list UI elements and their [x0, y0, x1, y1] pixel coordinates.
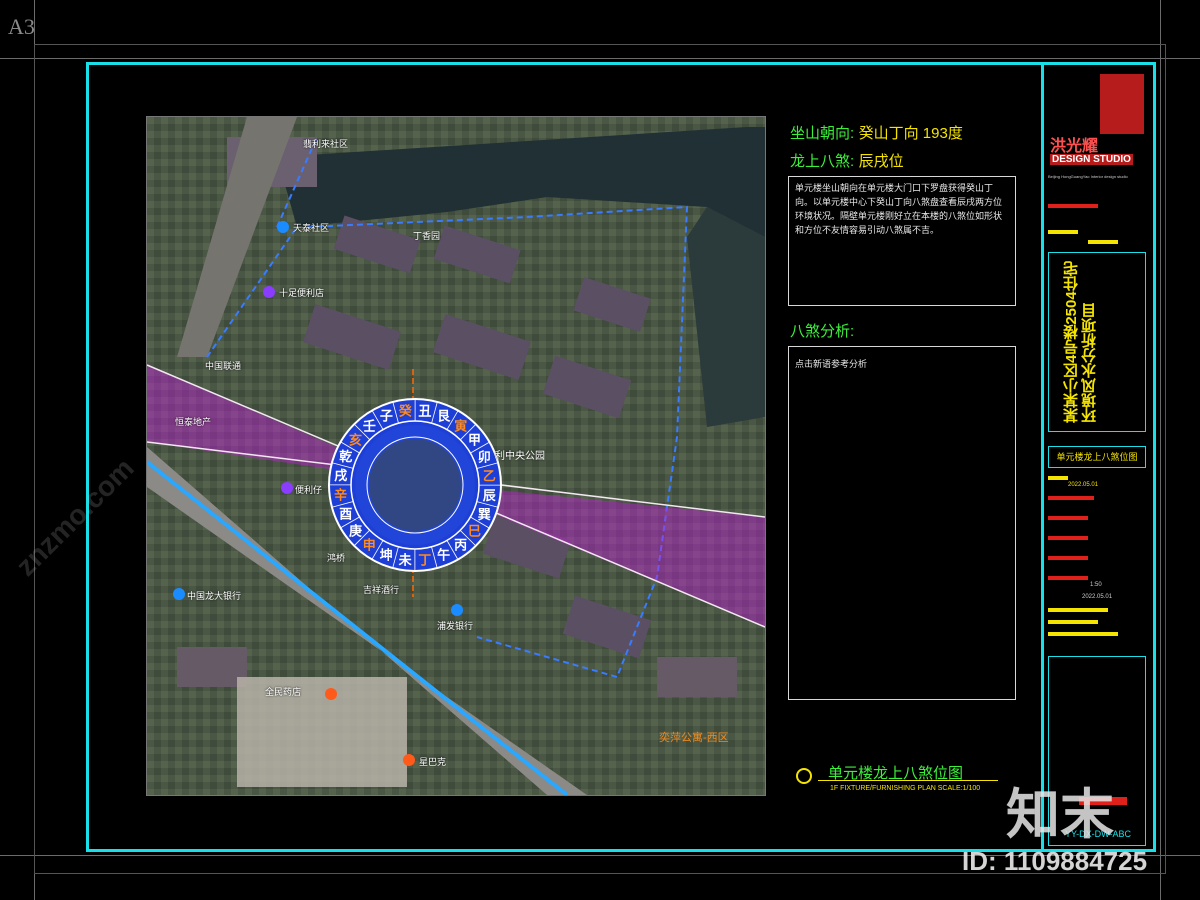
plan-subtitle: 1F FIXTURE/FURNISHING PLAN SCALE:1/100: [830, 785, 981, 792]
shop-icon: [263, 285, 275, 303]
date-2: 2022.05.01: [1082, 594, 1113, 600]
drawing-name-box: 单元楼龙上八煞位图: [1048, 446, 1146, 468]
project-title: 某某小区4号楼2504住宅环境风水分析项目: [1063, 261, 1098, 423]
analysis-panel[interactable]: 点击新语参考分析: [788, 346, 1016, 700]
compass-glyph: 申: [363, 538, 376, 554]
id-watermark: ID: 1109884725: [962, 846, 1148, 876]
satellite-map[interactable]: 癸丑艮寅甲卯乙辰巽巳丙午丁未坤申庚酉辛戌乾亥壬子 翡利来社区 天泰社区 丁香园 …: [146, 116, 766, 796]
brand-watermark: 知末: [1006, 785, 1114, 845]
compass-glyph: 酉: [339, 508, 352, 523]
orientation-label: 坐山朝向:: [790, 125, 855, 142]
compass-glyph: 巽: [478, 508, 491, 523]
map-label-1: 天泰社区: [293, 223, 330, 233]
plan-title-marker-icon: [796, 768, 812, 784]
orientation-row: 坐山朝向: 癸山丁向 193度: [790, 122, 963, 143]
sheet-size-label: A3: [8, 14, 35, 39]
compass-glyph: 丑: [418, 405, 431, 420]
drawing-name: 单元楼龙上八煞位图: [1056, 452, 1138, 462]
titleblock-red-bar: [1048, 576, 1088, 580]
bank-icon: [173, 587, 185, 605]
compass-glyph: 寅: [454, 419, 467, 435]
titleblock-yellow-bar: [1048, 230, 1078, 234]
compass-glyph: 乾: [339, 449, 352, 465]
compass-glyph: 巳: [468, 525, 481, 540]
titleblock-red-bar: [1048, 516, 1088, 520]
cafe-icon: [403, 753, 415, 771]
plaza: [237, 677, 407, 787]
compass-glyph: 乙: [483, 469, 496, 484]
compass-glyph: 丙: [454, 539, 467, 554]
shop-icon: [281, 481, 293, 499]
titleblock-red-bar: [1048, 496, 1094, 500]
map-label-13: 星巴克: [419, 757, 447, 767]
map-label-5: 恒泰地产: [175, 417, 212, 427]
compass-glyph: 甲: [468, 433, 481, 448]
compass-glyph: 卯: [478, 449, 491, 465]
titleblock-yellow-bar: [1048, 632, 1118, 636]
map-label-9: 中国龙大银行: [187, 591, 242, 601]
compass-glyph: 辛: [334, 488, 347, 504]
map-label-10: 吉祥酒行: [363, 585, 400, 595]
date-1: 2022.05.01: [1068, 482, 1099, 488]
studio-logo: 洪光耀 DESIGN STUDIO: [1048, 70, 1148, 170]
compass-glyph: 艮: [437, 410, 451, 425]
basha-row: 龙上八煞: 辰戌位: [790, 150, 904, 171]
titleblock-yellow-bar: [1048, 620, 1098, 624]
compass-glyph: 午: [437, 547, 450, 563]
map-label-0: 翡利来社区: [303, 139, 349, 149]
titleblock-yellow-bar: [1048, 608, 1108, 612]
map-label-7: 便利仔: [295, 485, 323, 495]
compass-glyph: 庚: [349, 524, 362, 540]
map-label-8: 鸿桥: [327, 553, 346, 563]
map-label-4: 中国联通: [205, 361, 242, 371]
poi-icon: [277, 220, 289, 238]
description-text: 单元楼坐山朝向在单元楼大门口下罗盘获得癸山丁向。以单元楼中心下癸山丁向八煞盘查看…: [795, 183, 1003, 235]
basha-label: 龙上八煞:: [790, 153, 855, 170]
studio-top: 洪光耀: [1050, 138, 1099, 155]
titleblock-yellow-bar: [1048, 476, 1068, 480]
project-title-box: 某某小区4号楼2504住宅环境风水分析项目: [1048, 252, 1146, 432]
compass-glyph: 壬: [363, 419, 376, 435]
compass-glyph: 子: [380, 410, 393, 425]
compass-glyph: 癸: [398, 404, 413, 420]
basha-value: 辰戌位: [858, 153, 904, 170]
orientation-value: 癸山丁向 193度: [858, 125, 963, 142]
map-label-12: 全民药店: [265, 687, 302, 697]
title-block-divider: [1041, 62, 1044, 852]
district-label: 奕萍公寓-西区: [659, 732, 729, 744]
studio-name: DESIGN STUDIO: [1050, 154, 1133, 165]
analysis-label: 八煞分析:: [790, 323, 855, 340]
compass-glyph: 丁: [418, 553, 431, 568]
titleblock-red-bar: [1048, 556, 1088, 560]
studio-sub: Beijing HongGuangYao Interior design stu…: [1048, 174, 1128, 179]
titleblock-red-bar: [1048, 536, 1088, 540]
map-label-2: 丁香园: [413, 231, 441, 241]
studio-logo-mark-icon: [1100, 74, 1144, 134]
description-panel: 单元楼坐山朝向在单元楼大门口下罗盘获得癸山丁向。以单元楼中心下癸山丁向八煞盘查看…: [788, 176, 1016, 306]
luopan-compass: 癸丑艮寅甲卯乙辰巽巳丙午丁未坤申庚酉辛戌乾亥壬子: [328, 398, 502, 572]
compass-glyph: 辰: [483, 489, 497, 504]
compass-glyph: 戌: [334, 468, 347, 484]
map-label-3: 十足便利店: [279, 288, 325, 298]
compass-glyph: 未: [398, 552, 413, 568]
titleblock-yellow-bar: [1088, 240, 1118, 244]
store-icon: [325, 687, 337, 705]
map-label-6: 利中央公园: [495, 451, 545, 462]
map-canvas: 癸丑艮寅甲卯乙辰巽巳丙午丁未坤申庚酉辛戌乾亥壬子: [147, 117, 765, 795]
map-label-11: 浦发银行: [437, 621, 474, 631]
analysis-placeholder: 点击新语参考分析: [795, 359, 868, 369]
titleblock-red-bar: [1048, 204, 1098, 208]
compass-glyph: 坤: [380, 547, 393, 563]
scale: 1:50: [1090, 582, 1102, 588]
plan-title-underline: [818, 780, 998, 781]
compass-glyph: 亥: [349, 432, 362, 448]
